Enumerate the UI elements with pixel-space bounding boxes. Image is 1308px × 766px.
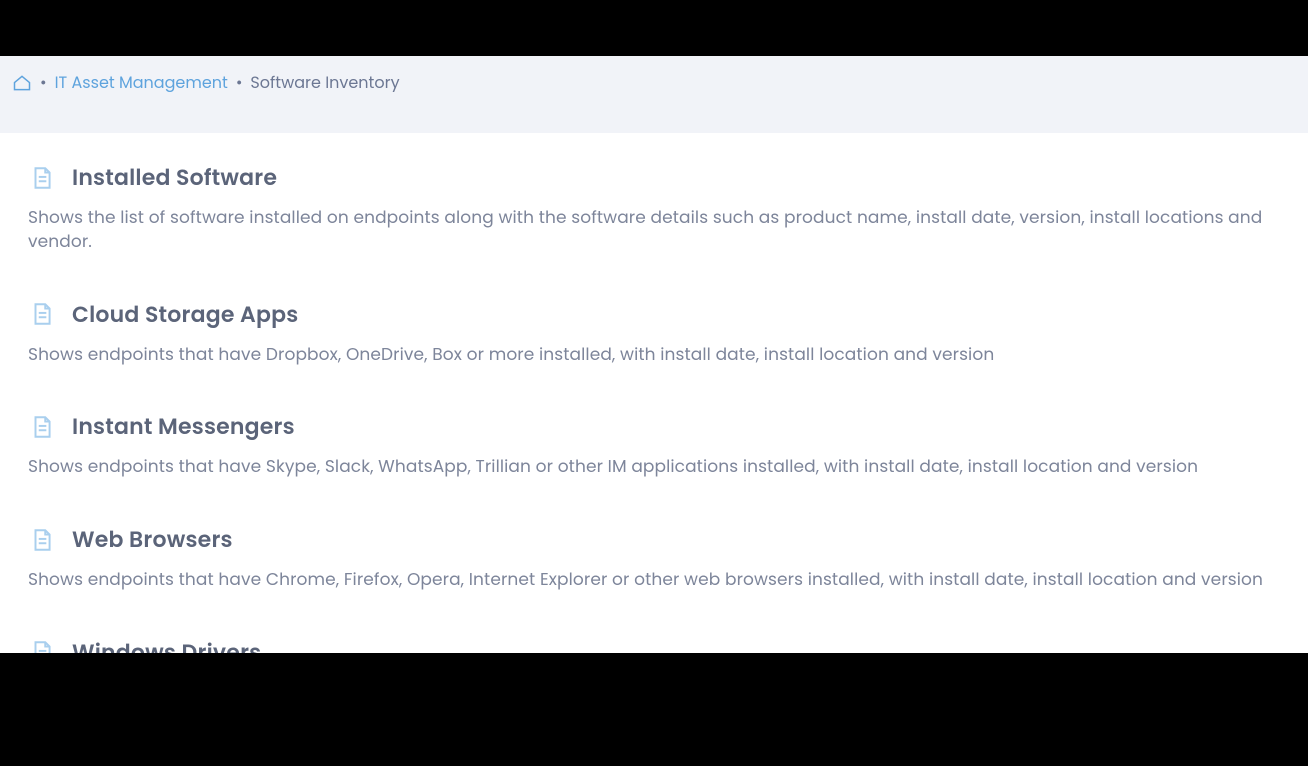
item-title: Instant Messengers xyxy=(72,410,295,443)
item-description: Shows endpoints that have Skype, Slack, … xyxy=(28,455,1280,479)
breadcrumb-separator: • xyxy=(236,70,243,95)
item-windows-drivers[interactable]: Windows Drivers xyxy=(28,636,1280,653)
item-description: Shows endpoints that have Chrome, Firefo… xyxy=(28,568,1280,592)
list-item: Web Browsers Shows endpoints that have C… xyxy=(28,523,1280,592)
document-icon xyxy=(28,413,56,441)
item-cloud-storage-apps[interactable]: Cloud Storage Apps xyxy=(28,298,1280,331)
content: Installed Software Shows the list of sof… xyxy=(0,133,1308,653)
item-instant-messengers[interactable]: Instant Messengers xyxy=(28,410,1280,443)
item-title: Windows Drivers xyxy=(72,636,261,653)
item-web-browsers[interactable]: Web Browsers xyxy=(28,523,1280,556)
list-item: Cloud Storage Apps Shows endpoints that … xyxy=(28,298,1280,367)
item-title: Installed Software xyxy=(72,161,277,194)
item-title: Web Browsers xyxy=(72,523,233,556)
breadcrumb-parent-link[interactable]: IT Asset Management xyxy=(55,70,228,95)
document-icon xyxy=(28,526,56,554)
item-description: Shows endpoints that have Dropbox, OneDr… xyxy=(28,343,1280,367)
list-item: Installed Software Shows the list of sof… xyxy=(28,161,1280,254)
item-installed-software[interactable]: Installed Software xyxy=(28,161,1280,194)
page-wrapper: • IT Asset Management • Software Invento… xyxy=(0,56,1308,653)
item-title: Cloud Storage Apps xyxy=(72,298,298,331)
list-item: Windows Drivers Shows a list of installe… xyxy=(28,636,1280,653)
document-icon xyxy=(28,638,56,653)
breadcrumb-current: Software Inventory xyxy=(250,70,399,95)
document-icon xyxy=(28,164,56,192)
home-icon[interactable] xyxy=(12,73,32,93)
item-description: Shows the list of software installed on … xyxy=(28,206,1280,254)
breadcrumb-separator: • xyxy=(40,70,47,95)
document-icon xyxy=(28,300,56,328)
list-item: Instant Messengers Shows endpoints that … xyxy=(28,410,1280,479)
breadcrumb: • IT Asset Management • Software Invento… xyxy=(0,56,1308,133)
